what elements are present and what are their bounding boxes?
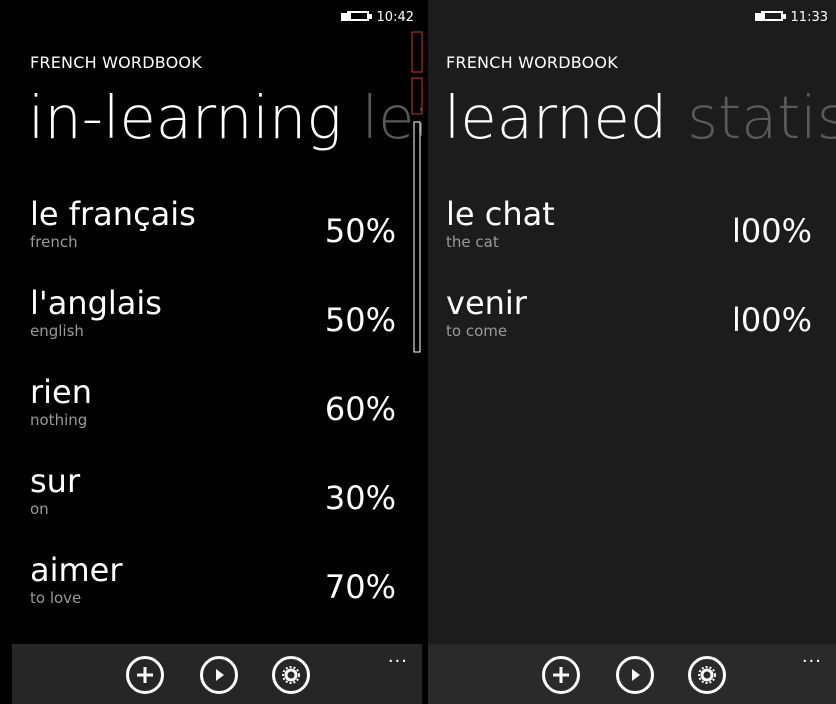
status-time: 10:42 xyxy=(376,10,414,25)
list-item[interactable]: aimer to love 70% xyxy=(30,552,422,641)
add-icon xyxy=(553,667,569,683)
add-button[interactable] xyxy=(126,656,164,694)
list-item[interactable]: rien nothing 60% xyxy=(30,374,422,463)
right-phone-screen: 11:33 FRENCH WORDBOOK learnedstatisti le… xyxy=(428,0,836,704)
more-icon[interactable]: ... xyxy=(388,646,408,667)
play-button[interactable] xyxy=(200,656,238,694)
play-icon xyxy=(632,669,640,681)
status-time: 11:33 xyxy=(790,10,828,25)
list-item[interactable]: l'anglais english 50% xyxy=(30,285,422,374)
application-bar: ... xyxy=(428,644,836,704)
progress-percent: 60% xyxy=(324,390,396,428)
progress-percent: 70% xyxy=(324,568,396,606)
pivot-tab-learned[interactable]: learned xyxy=(444,83,667,152)
play-button[interactable] xyxy=(616,656,654,694)
app-title: FRENCH WORDBOOK xyxy=(446,53,618,72)
pivot-header: in-learninglea xyxy=(28,88,422,147)
settings-button[interactable] xyxy=(688,656,726,694)
pivot-tab-statistics[interactable]: statisti xyxy=(687,83,836,152)
progress-percent: 50% xyxy=(324,301,396,339)
word-list: le chat the cat l00% venir to come l00% xyxy=(446,196,836,374)
battery-charging-icon xyxy=(340,10,372,25)
settings-icon xyxy=(698,666,716,684)
list-item[interactable]: venir to come l00% xyxy=(446,285,836,374)
progress-percent: 50% xyxy=(324,212,396,250)
list-item[interactable]: le chat the cat l00% xyxy=(446,196,836,285)
application-bar: ... xyxy=(12,644,422,704)
status-bar: 10:42 xyxy=(340,10,414,25)
play-icon xyxy=(216,669,224,681)
add-button[interactable] xyxy=(542,656,580,694)
add-icon xyxy=(137,667,153,683)
frame-rate-counter-strip xyxy=(411,31,423,353)
progress-percent: l00% xyxy=(731,212,812,250)
more-icon[interactable]: ... xyxy=(802,646,822,667)
progress-percent: l00% xyxy=(731,301,812,339)
status-bar: 11:33 xyxy=(754,10,828,25)
battery-charging-icon xyxy=(754,10,786,25)
progress-percent: 30% xyxy=(324,479,396,517)
settings-icon xyxy=(282,666,300,684)
pivot-header: learnedstatisti xyxy=(444,88,836,147)
pivot-tab-in-learning[interactable]: in-learning xyxy=(28,83,342,152)
app-title: FRENCH WORDBOOK xyxy=(30,53,202,72)
list-item[interactable]: sur on 30% xyxy=(30,463,422,552)
list-item[interactable]: le français french 50% xyxy=(30,196,422,285)
left-phone-screen: 10:42 FRENCH WORDBOOK in-learninglea le … xyxy=(12,0,422,704)
word-list: le français french 50% l'anglais english… xyxy=(30,196,422,641)
settings-button[interactable] xyxy=(272,656,310,694)
